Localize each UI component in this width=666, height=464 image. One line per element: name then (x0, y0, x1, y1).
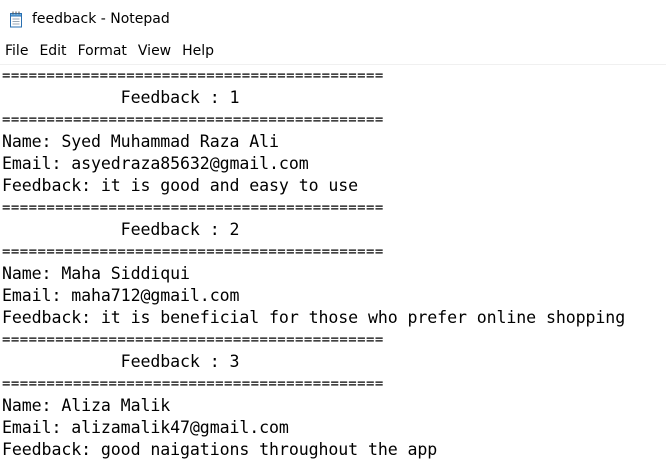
separator-line: ========================================… (2, 332, 384, 348)
menu-bar: File Edit Format View Help (0, 38, 666, 64)
separator-line: ========================================… (2, 376, 384, 392)
text-line: Feedback: it is beneficial for those who… (2, 308, 626, 327)
text-line: Feedback : 1 (2, 88, 240, 107)
text-line: Feedback: good naigations throughout the… (2, 440, 438, 459)
text-line: Name: Syed Muhammad Raza Ali (2, 132, 279, 151)
separator-line: ========================================… (2, 68, 384, 84)
menu-help[interactable]: Help (178, 39, 218, 63)
text-line: Feedback : 3 (2, 352, 240, 371)
window-title: feedback - Notepad (32, 11, 170, 27)
text-line: Name: Maha Siddiqui (2, 264, 190, 283)
text-line: Email: asyedraza85632@gmail.com (2, 154, 309, 173)
title-bar[interactable]: feedback - Notepad (0, 0, 666, 38)
menu-format[interactable]: Format (74, 39, 131, 63)
menu-file[interactable]: File (1, 39, 32, 63)
menu-view[interactable]: View (134, 39, 175, 63)
separator-line: ========================================… (2, 200, 384, 216)
separator-line: ========================================… (2, 244, 384, 260)
text-line: Feedback: it is good and easy to use (2, 176, 359, 195)
notepad-icon (9, 11, 24, 28)
text-line: Email: maha712@gmail.com (2, 286, 240, 305)
text-line: Name: Aliza Malik (2, 396, 171, 415)
text-line: Feedback : 2 (2, 220, 240, 239)
text-line: Email: alizamalik47@gmail.com (2, 418, 289, 437)
text-editor-area[interactable]: ========================================… (0, 64, 666, 464)
menu-edit[interactable]: Edit (35, 39, 70, 63)
separator-line: ========================================… (2, 112, 384, 128)
